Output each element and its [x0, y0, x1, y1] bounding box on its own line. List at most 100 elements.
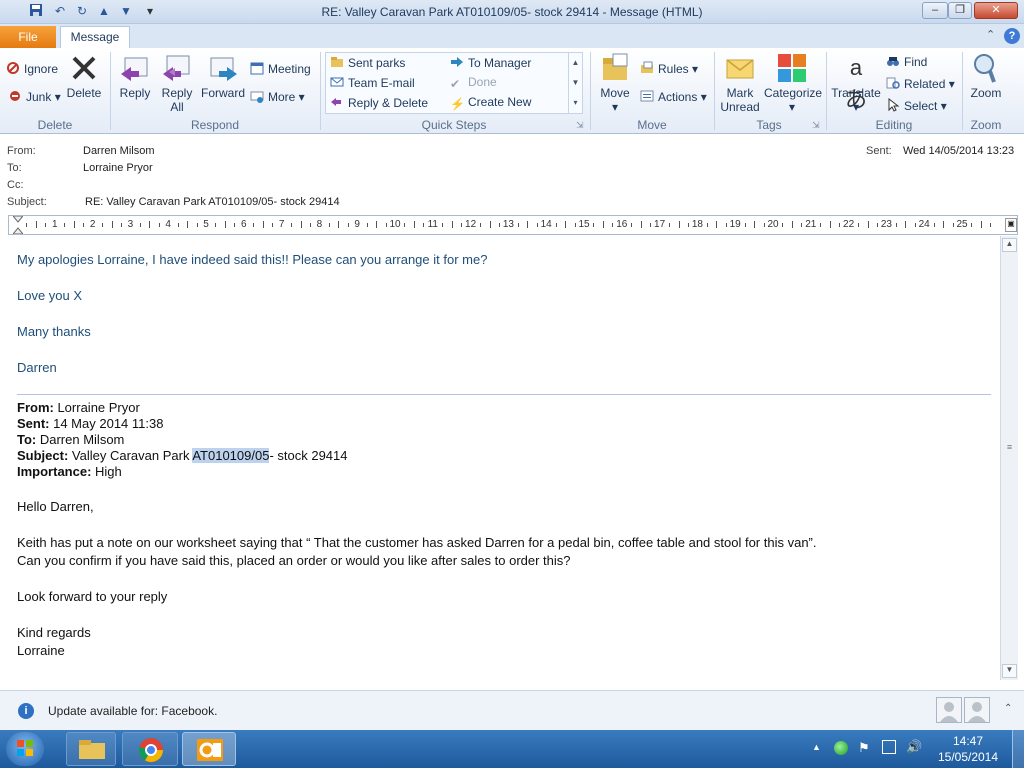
forward-button[interactable]: Forward — [200, 52, 246, 100]
explorer-taskbar-icon[interactable] — [66, 732, 116, 766]
update-notice[interactable]: Update available for: Facebook. — [48, 704, 217, 718]
ruler-minor-tick — [139, 223, 141, 227]
group-label-move: Move — [637, 118, 667, 132]
move-button[interactable]: Move ▾ — [596, 52, 634, 114]
ruler-minor-tick — [782, 223, 784, 227]
maximize-button[interactable]: ❐ — [948, 2, 972, 19]
help-icon[interactable]: ? — [1004, 28, 1020, 44]
person-icon[interactable] — [936, 697, 962, 723]
select-button[interactable]: Select ▾ — [886, 97, 947, 113]
minimize-button[interactable]: – — [922, 2, 948, 19]
ruler[interactable]: 1 2 3 4 5 6 7 8 9 10 11 12 13 14 15 16 17 18 19 20 21 22 23 24 2… — [8, 215, 1018, 235]
ruler-minor-tick — [602, 221, 604, 228]
vertical-scrollbar[interactable]: ▲ ≡ ▼ — [1000, 236, 1018, 680]
ruler-minor-tick — [952, 223, 954, 227]
reply-all-button[interactable]: Reply All — [156, 52, 198, 114]
show-desktop-button[interactable] — [1012, 730, 1024, 768]
group-label-zoom: Zoom — [970, 118, 1002, 132]
message-body[interactable]: My apologies Lorraine, I have indeed sai… — [8, 236, 1000, 680]
expand-pane-icon[interactable]: ⌃ — [1004, 703, 1012, 714]
delete-button[interactable]: Delete — [64, 52, 104, 100]
ruler-tick-label: 24 — [918, 219, 930, 230]
ruler-minor-tick — [480, 223, 482, 227]
group-label-editing: Editing — [875, 118, 913, 132]
ruler-minor-tick — [593, 223, 595, 227]
ruler-minor-tick — [669, 223, 671, 227]
quickstep-team-email[interactable]: Team E-mail — [330, 75, 415, 90]
scroll-down-icon[interactable]: ▼ — [1002, 664, 1017, 678]
reply-delete-icon — [330, 95, 344, 109]
to-label: To: — [7, 162, 22, 174]
clock-time[interactable]: 14:47 — [932, 734, 1004, 748]
original-closing-3: Lorraine — [17, 643, 65, 658]
subject-label: Subject: — [7, 196, 47, 208]
ruler-minor-tick — [933, 223, 935, 227]
original-from: From: Lorraine Pryor — [17, 400, 140, 415]
lightning-icon: ⚡ — [450, 97, 465, 111]
scroll-up-icon[interactable]: ▲ — [1002, 238, 1017, 252]
selected-text[interactable]: AT010109/05 — [192, 448, 270, 463]
ruler-tick-label: 6 — [241, 219, 247, 230]
dialog-launcher-icon[interactable]: ⇲ — [812, 120, 820, 131]
categorize-button[interactable]: Categorize ▾ — [764, 52, 822, 114]
original-sent: Sent: 14 May 2014 11:38 — [17, 416, 164, 431]
reply-button[interactable]: Reply — [114, 52, 156, 100]
original-subject: Subject: Valley Caravan Park AT010109/05… — [17, 448, 348, 463]
collapse-ribbon-icon[interactable]: ⌃ — [986, 28, 995, 41]
quickstep-done[interactable]: ✔ Done — [450, 75, 497, 91]
quickstep-to-manager[interactable]: To Manager — [450, 55, 531, 70]
original-paragraph-2: Can you confirm if you have said this, p… — [17, 553, 571, 568]
translate-button[interactable]: aあ Translate ▾ — [830, 52, 882, 114]
chrome-taskbar-icon[interactable] — [122, 732, 178, 766]
ruler-minor-tick — [631, 223, 633, 227]
ignore-button[interactable]: Ignore — [6, 61, 58, 76]
outlook-taskbar-icon[interactable] — [182, 732, 236, 766]
ruler-toggle-icon[interactable]: ▣ — [1005, 218, 1017, 232]
to-value[interactable]: Lorraine Pryor — [83, 162, 153, 174]
tab-message[interactable]: Message — [60, 26, 130, 48]
person-icon[interactable] — [964, 697, 990, 723]
ruler-minor-tick — [517, 223, 519, 227]
clock-date[interactable]: 15/05/2014 — [932, 750, 1004, 764]
quickstep-sent-parks[interactable]: Sent parks — [330, 55, 405, 70]
related-button[interactable]: Related ▾ — [886, 76, 955, 91]
envelope-icon — [724, 52, 756, 84]
status-green-icon[interactable] — [834, 741, 848, 755]
quickstep-reply-delete[interactable]: Reply & Delete — [330, 95, 428, 110]
taskbar: ▲ ⚑ 🔊 14:47 15/05/2014 — [0, 730, 1024, 768]
ruler-minor-tick — [404, 223, 406, 227]
find-button[interactable]: Find — [886, 54, 927, 69]
quicksteps-scroll[interactable]: ▲ ▼ ▾ — [568, 53, 582, 113]
show-hidden-icons[interactable]: ▲ — [812, 742, 821, 752]
more-respond-button[interactable]: More ▾ — [250, 89, 305, 104]
group-label-tags: Tags — [756, 118, 782, 132]
from-value[interactable]: Darren Milsom — [83, 145, 155, 157]
actions-button[interactable]: Actions ▾ — [640, 89, 707, 104]
ruler-minor-tick — [716, 221, 718, 228]
tab-file[interactable]: File — [0, 26, 56, 48]
related-icon — [886, 76, 900, 90]
zoom-button[interactable]: Zoom — [966, 52, 1006, 100]
start-button[interactable] — [6, 732, 44, 766]
dialog-launcher-icon[interactable]: ⇲ — [576, 120, 584, 131]
junk-button[interactable]: Junk ▾ — [8, 89, 61, 104]
network-icon[interactable] — [882, 740, 896, 754]
volume-icon[interactable]: 🔊 — [906, 739, 922, 755]
ruler-minor-tick — [498, 223, 500, 227]
ruler-minor-tick — [45, 223, 47, 227]
original-greeting: Hello Darren, — [17, 499, 94, 514]
mark-unread-button[interactable]: Mark Unread — [718, 52, 762, 114]
quickstep-create-new[interactable]: ⚡ Create New — [450, 95, 531, 111]
meeting-button[interactable]: Meeting — [250, 61, 311, 76]
forward-arrow-icon — [450, 55, 464, 69]
close-button[interactable]: ✕ — [974, 2, 1018, 19]
rules-icon — [640, 61, 654, 75]
categorize-icon — [776, 52, 808, 84]
ruler-minor-tick — [234, 223, 236, 227]
message-header: From: Darren Milsom To: Lorraine Pryor C… — [0, 136, 1024, 214]
scroll-grip-icon[interactable]: ≡ — [1002, 442, 1017, 458]
rules-button[interactable]: Rules ▾ — [640, 61, 698, 76]
ruler-minor-tick — [687, 223, 689, 227]
more-icon — [250, 89, 264, 103]
flag-icon[interactable]: ⚑ — [858, 740, 870, 756]
